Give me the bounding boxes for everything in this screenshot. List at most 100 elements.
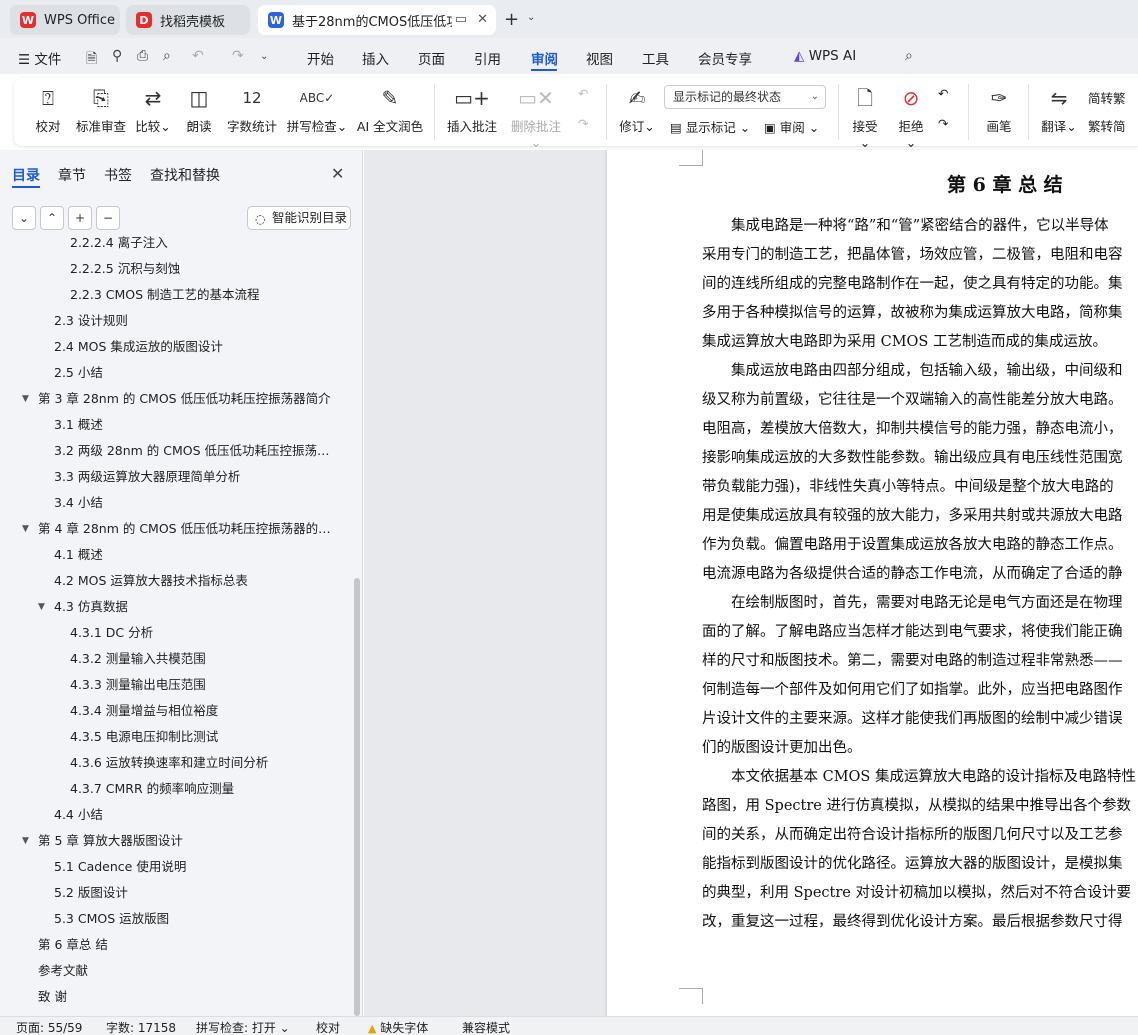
tab-docer-templates[interactable]: D 找稻壳模板 xyxy=(126,5,250,35)
menu-membership[interactable]: 会员专享 xyxy=(698,48,752,68)
toc-item[interactable]: 4.3.7 CMRR 的频率响应测量 xyxy=(70,776,340,802)
menu-references[interactable]: 引用 xyxy=(474,48,501,68)
toc-scrollbar[interactable] xyxy=(354,578,360,1016)
compare-button[interactable]: ⇄ 比较⌄ xyxy=(134,84,172,135)
tab-toc[interactable]: 目录 xyxy=(12,165,40,185)
document-page[interactable]: 第 6 章 总 结 集成电路是一种将“路”和“管”紧密结合的器件，它以半导体 采用… xyxy=(607,150,1138,1016)
toc-item[interactable]: 第 5 章 算放大器版图设计 xyxy=(38,828,340,854)
export-icon[interactable]: ⚲ xyxy=(112,48,122,64)
toc-item[interactable]: 4.4 小结 xyxy=(54,802,340,828)
translate-button[interactable]: ⇋ 翻译⌄ xyxy=(1040,84,1078,135)
menu-page[interactable]: 页面 xyxy=(418,48,445,68)
toc-item[interactable]: 参考文献 xyxy=(38,958,340,984)
new-tab-icon[interactable]: + xyxy=(504,9,519,30)
menu-view[interactable]: 视图 xyxy=(586,48,613,68)
toc-item[interactable]: 5.1 Cadence 使用说明 xyxy=(54,854,340,880)
revise-button[interactable]: ✍ 修订⌄ xyxy=(618,84,656,135)
accept-button[interactable]: 🗋 接受⌄ xyxy=(848,84,882,150)
menu-file[interactable]: ☰ 文件 xyxy=(18,48,61,68)
menu-insert[interactable]: 插入 xyxy=(362,48,389,68)
remove-heading-button[interactable]: − xyxy=(96,206,120,230)
toc-item[interactable]: 2.2.2.5 沉积与刻蚀 xyxy=(70,256,340,282)
print-preview-icon[interactable]: ⌕ xyxy=(163,48,171,64)
to-traditional-button[interactable]: 繁转简 xyxy=(1088,116,1126,135)
collapse-all-button[interactable]: ⌄ xyxy=(12,206,36,230)
delete-comment-button[interactable]: ▭✕ 删除批注⌄ xyxy=(506,84,566,150)
toc-item[interactable]: 3.2 两级 28nm 的 CMOS 低压低功耗压控振荡器优化设计 xyxy=(54,438,340,464)
save-icon[interactable]: 🗎 xyxy=(86,48,97,72)
toc-item[interactable]: 2.4 MOS 集成运放的版图设计 xyxy=(54,334,340,360)
toc-item[interactable]: 4.3 仿真数据 xyxy=(54,594,340,620)
markup-display-select[interactable]: 显示标记的最终状态 ⌄ xyxy=(664,85,826,109)
menu-tools[interactable]: 工具 xyxy=(642,48,669,68)
show-markup-button[interactable]: ▤ 显示标记 ⌄ xyxy=(670,117,750,136)
to-simplified-button[interactable]: 简转繁 xyxy=(1088,88,1126,107)
next-change-icon[interactable]: ↷ xyxy=(938,116,948,131)
toc-item[interactable]: 第 3 章 28nm 的 CMOS 低压低功耗压控振荡器简介 xyxy=(38,386,340,412)
standard-review-button[interactable]: ⎘ 标准审查 xyxy=(74,84,128,135)
smart-toc-button[interactable]: ◌ 智能识别目录 xyxy=(247,206,351,230)
tab-sections[interactable]: 章节 xyxy=(58,165,86,185)
expand-caret-icon[interactable]: ▼ xyxy=(22,828,29,854)
read-aloud-label: 朗读 xyxy=(186,119,212,134)
expand-caret-icon[interactable]: ▼ xyxy=(22,386,29,412)
expand-caret-icon[interactable]: ▼ xyxy=(38,594,45,620)
toc-item[interactable]: 第 6 章总 结 xyxy=(38,932,340,958)
toc-item[interactable]: 4.3.4 测量增益与相位裕度 xyxy=(70,698,340,724)
insert-comment-button[interactable]: ▭+ 插入批注 xyxy=(446,84,498,135)
add-heading-button[interactable]: + xyxy=(68,206,92,230)
spell-check-status[interactable]: 拼写检查: 打开 ⌄ xyxy=(196,1019,290,1035)
review-pane-button[interactable]: ▣ 审阅 ⌄ xyxy=(764,117,819,136)
tab-bookmarks[interactable]: 书签 xyxy=(104,165,132,185)
toc-item[interactable]: 2.5 小结 xyxy=(54,360,340,386)
menu-review[interactable]: 审阅 xyxy=(531,48,558,68)
toc-item[interactable]: 4.3.2 测量输入共模范围 xyxy=(70,646,340,672)
expand-up-button[interactable]: ⌃ xyxy=(40,206,64,230)
toc-item[interactable]: 4.2 MOS 运算放大器技术指标总表 xyxy=(54,568,340,594)
toc-item[interactable]: 第 4 章 28nm 的 CMOS 低压低功耗压控振荡器的仿真 xyxy=(38,516,340,542)
read-aloud-button[interactable]: ◫ 朗读 xyxy=(184,84,214,135)
menu-wps-ai[interactable]: ◭ WPS AI xyxy=(794,48,856,64)
ai-polish-button[interactable]: ✎ AI 全文润色 xyxy=(356,84,424,135)
toc-item[interactable]: 4.3.5 电源电压抑制比测试 xyxy=(70,724,340,750)
page-indicator[interactable]: 页面: 55/59 xyxy=(16,1019,82,1035)
toc-item[interactable]: 5.2 版图设计 xyxy=(54,880,340,906)
next-comment-icon[interactable]: ↷ xyxy=(578,116,588,131)
toc-item[interactable]: 4.1 概述 xyxy=(54,542,340,568)
toc-item[interactable]: 4.3.1 DC 分析 xyxy=(70,620,340,646)
missing-font-status[interactable]: ▲ 缺失字体 xyxy=(368,1019,428,1035)
tab-wps-office[interactable]: W WPS Office xyxy=(10,5,120,35)
toc-item[interactable]: 4.3.3 测量输出电压范围 xyxy=(70,672,340,698)
window-mode-icon[interactable]: ▭ xyxy=(455,12,467,27)
toc-item[interactable]: 2.2.3 CMOS 制造工艺的基本流程 xyxy=(70,282,340,308)
toc-item[interactable]: 3.1 概述 xyxy=(54,412,340,438)
undo-icon[interactable]: ↶ xyxy=(192,48,204,64)
reject-button[interactable]: ⊘ 拒绝⌄ xyxy=(894,84,928,150)
close-tab-icon[interactable]: ✕ xyxy=(477,12,488,27)
expand-caret-icon[interactable]: ▼ xyxy=(22,516,29,542)
word-count-status[interactable]: 字数: 17158 xyxy=(106,1019,176,1035)
toc-item[interactable]: 2.2.2.4 离子注入 xyxy=(70,234,340,256)
word-count-button[interactable]: 12 字数统计 xyxy=(226,84,278,135)
previous-comment-icon[interactable]: ↶ xyxy=(578,86,588,101)
proof-status[interactable]: 校对 xyxy=(316,1019,340,1035)
spell-check-button[interactable]: ABC✓ 拼写检查⌄ xyxy=(286,84,348,135)
toc-item[interactable]: 4.3.6 运放转换速率和建立时间分析 xyxy=(70,750,340,776)
menu-home[interactable]: 开始 xyxy=(307,48,334,68)
toc-item[interactable]: 3.3 两级运算放大器原理简单分析 xyxy=(54,464,340,490)
chevron-down-icon[interactable]: ⌄ xyxy=(260,51,268,62)
tab-current-document[interactable]: W 基于28nm的CMOS低压低功 ▭ ✕ xyxy=(258,5,496,35)
chevron-down-icon[interactable]: ⌄ xyxy=(527,12,535,23)
redo-icon[interactable]: ↷ xyxy=(232,48,244,64)
toc-item[interactable]: 致 谢 xyxy=(38,984,340,1010)
close-panel-icon[interactable]: ✕ xyxy=(331,164,344,183)
toc-item[interactable]: 3.4 小结 xyxy=(54,490,340,516)
print-icon[interactable]: ⎙ xyxy=(137,48,148,64)
tab-find-replace[interactable]: 查找和替换 xyxy=(150,165,220,185)
toc-item[interactable]: 5.3 CMOS 运放版图 xyxy=(54,906,340,932)
pen-button[interactable]: ✑ 画笔 xyxy=(984,84,1014,135)
previous-change-icon[interactable]: ↶ xyxy=(938,86,948,101)
search-icon[interactable]: ⌕ xyxy=(905,48,913,64)
proofread-button[interactable]: ⍰ 校对 xyxy=(34,84,62,135)
toc-item[interactable]: 2.3 设计规则 xyxy=(54,308,340,334)
